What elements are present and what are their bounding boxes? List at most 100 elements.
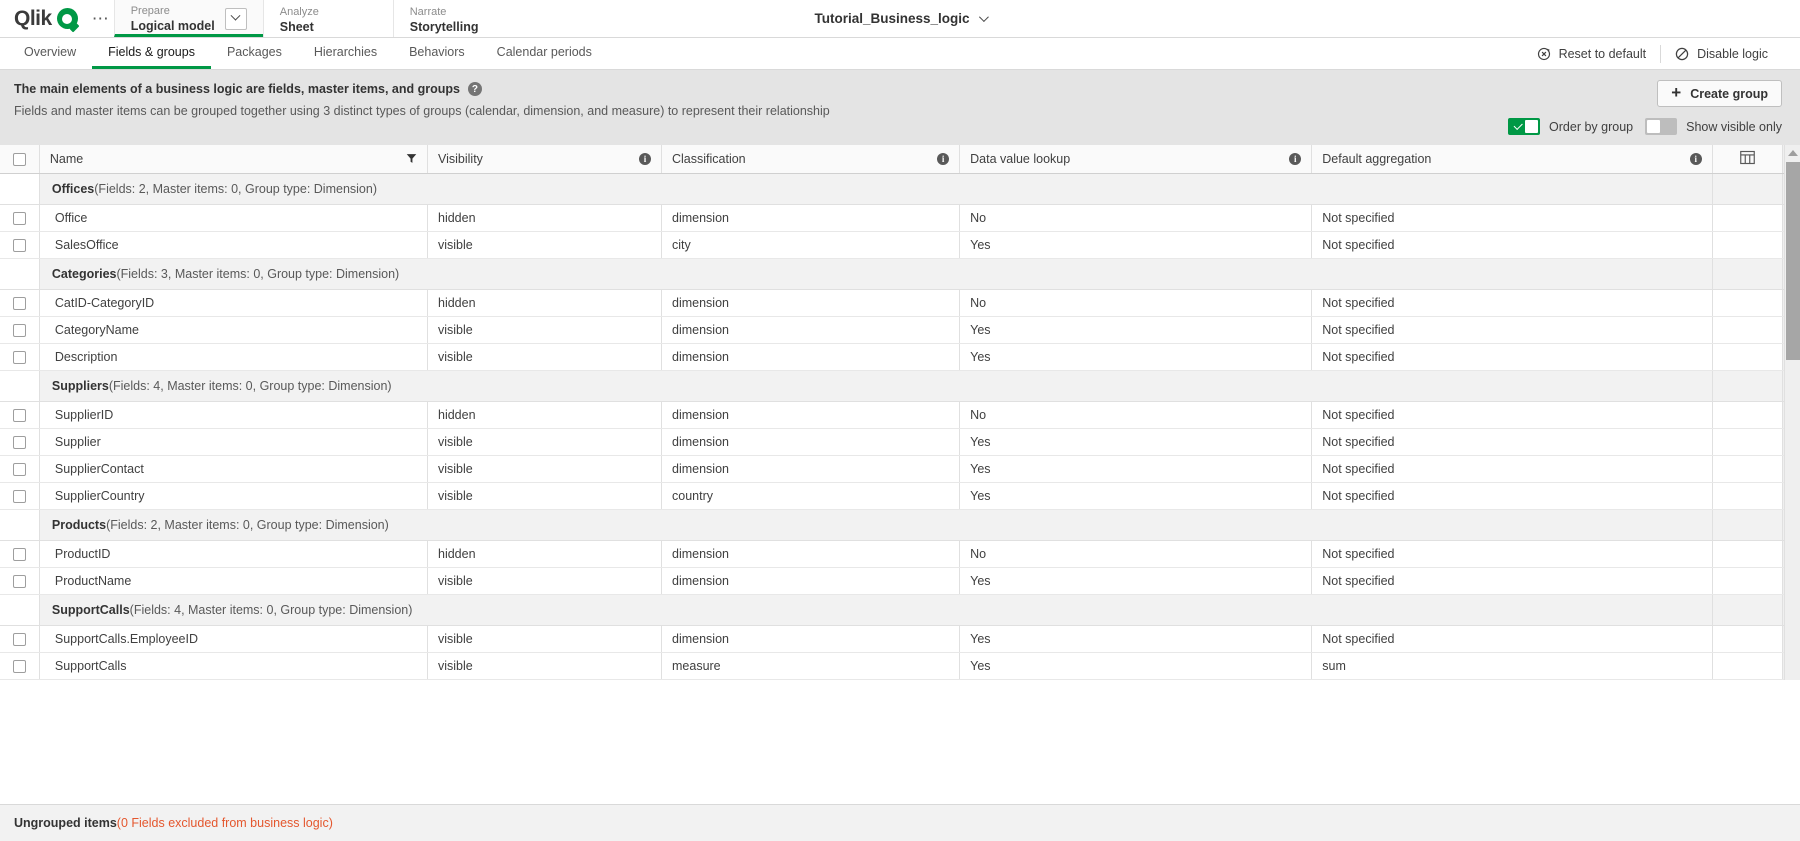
cell-data-value-lookup[interactable]: No — [960, 540, 1312, 567]
cell-default-aggregation[interactable]: Not specified — [1312, 316, 1713, 343]
row-checkbox[interactable] — [13, 351, 26, 364]
tab-hierarchies[interactable]: Hierarchies — [298, 38, 393, 69]
row-select-cell[interactable] — [0, 289, 39, 316]
cell-default-aggregation[interactable]: Not specified — [1312, 343, 1713, 370]
table-row[interactable]: SuppliervisibledimensionYesNot specified — [0, 428, 1800, 455]
column-chooser-icon[interactable] — [1740, 150, 1755, 165]
tab-fields-groups[interactable]: Fields & groups — [92, 38, 211, 69]
qlik-logo[interactable]: Qlik — [0, 0, 88, 37]
row-checkbox[interactable] — [13, 212, 26, 225]
row-select-cell[interactable] — [0, 316, 39, 343]
table-row[interactable]: ProductNamevisibledimensionYesNot specif… — [0, 567, 1800, 594]
table-row[interactable]: SupplierContactvisibledimensionYesNot sp… — [0, 455, 1800, 482]
row-select-cell[interactable] — [0, 455, 39, 482]
group-header-cell[interactable]: Suppliers(Fields: 4, Master items: 0, Gr… — [39, 370, 1712, 401]
group-header-cell[interactable]: Offices(Fields: 2, Master items: 0, Grou… — [39, 173, 1712, 204]
cell-visibility[interactable]: visible — [428, 428, 662, 455]
cell-classification[interactable]: dimension — [662, 316, 960, 343]
table-row[interactable]: SalesOfficevisiblecityYesNot specified — [0, 231, 1800, 258]
table-row[interactable]: DescriptionvisibledimensionYesNot specif… — [0, 343, 1800, 370]
cell-visibility[interactable]: visible — [428, 231, 662, 258]
row-checkbox[interactable] — [13, 324, 26, 337]
cell-default-aggregation[interactable]: Not specified — [1312, 401, 1713, 428]
cell-data-value-lookup[interactable]: Yes — [960, 625, 1312, 652]
nav-section-analyze[interactable]: Analyze Sheet — [263, 0, 393, 37]
cell-default-aggregation[interactable]: Not specified — [1312, 455, 1713, 482]
chevron-down-icon[interactable] — [978, 12, 988, 22]
cell-visibility[interactable]: hidden — [428, 540, 662, 567]
filter-funnel-icon[interactable] — [406, 153, 417, 164]
cell-classification[interactable]: dimension — [662, 455, 960, 482]
group-header-row[interactable]: Categories(Fields: 3, Master items: 0, G… — [0, 258, 1800, 289]
cell-classification[interactable]: dimension — [662, 289, 960, 316]
row-checkbox[interactable] — [13, 297, 26, 310]
info-icon[interactable]: i — [639, 153, 651, 165]
row-checkbox[interactable] — [13, 660, 26, 673]
info-icon[interactable]: i — [1690, 153, 1702, 165]
cell-visibility[interactable]: visible — [428, 482, 662, 509]
scrollbar-thumb[interactable] — [1786, 162, 1800, 360]
row-select-cell[interactable] — [0, 482, 39, 509]
row-select-cell[interactable] — [0, 567, 39, 594]
group-header-cell[interactable]: Products(Fields: 2, Master items: 0, Gro… — [39, 509, 1712, 540]
select-all-header[interactable] — [0, 145, 39, 173]
cell-data-value-lookup[interactable]: Yes — [960, 567, 1312, 594]
cell-classification[interactable]: dimension — [662, 204, 960, 231]
cell-classification[interactable]: dimension — [662, 540, 960, 567]
cell-default-aggregation[interactable]: Not specified — [1312, 289, 1713, 316]
column-header-default-aggregation[interactable]: Default aggregation i — [1312, 145, 1713, 173]
cell-data-value-lookup[interactable]: Yes — [960, 455, 1312, 482]
cell-default-aggregation[interactable]: Not specified — [1312, 625, 1713, 652]
cell-data-value-lookup[interactable]: Yes — [960, 343, 1312, 370]
cell-visibility[interactable]: hidden — [428, 204, 662, 231]
create-group-button[interactable]: + Create group — [1657, 80, 1782, 107]
ellipsis-icon[interactable]: ⋯ — [88, 6, 114, 32]
column-header-name[interactable]: Name — [39, 145, 427, 173]
row-select-cell[interactable] — [0, 204, 39, 231]
cell-default-aggregation[interactable]: Not specified — [1312, 204, 1713, 231]
disable-logic-button[interactable]: Disable logic — [1661, 38, 1782, 69]
cell-classification[interactable]: dimension — [662, 428, 960, 455]
tab-packages[interactable]: Packages — [211, 38, 298, 69]
prepare-dropdown-button[interactable] — [225, 8, 247, 30]
column-chooser-header[interactable] — [1712, 145, 1782, 173]
row-select-cell[interactable] — [0, 401, 39, 428]
cell-classification[interactable]: measure — [662, 652, 960, 679]
group-header-row[interactable]: Products(Fields: 2, Master items: 0, Gro… — [0, 509, 1800, 540]
vertical-scrollbar[interactable] — [1784, 145, 1800, 680]
column-header-visibility[interactable]: Visibility i — [428, 145, 662, 173]
table-row[interactable]: OfficehiddendimensionNoNot specified — [0, 204, 1800, 231]
group-header-row[interactable]: Offices(Fields: 2, Master items: 0, Grou… — [0, 173, 1800, 204]
row-checkbox[interactable] — [13, 548, 26, 561]
table-row[interactable]: CategoryNamevisibledimensionYesNot speci… — [0, 316, 1800, 343]
scroll-up-button[interactable] — [1785, 145, 1800, 161]
row-select-cell[interactable] — [0, 343, 39, 370]
cell-visibility[interactable]: visible — [428, 316, 662, 343]
cell-visibility[interactable]: visible — [428, 455, 662, 482]
cell-data-value-lookup[interactable]: Yes — [960, 482, 1312, 509]
cell-data-value-lookup[interactable]: Yes — [960, 316, 1312, 343]
cell-visibility[interactable]: hidden — [428, 289, 662, 316]
table-row[interactable]: SupportCalls.EmployeeIDvisibledimensionY… — [0, 625, 1800, 652]
order-by-group-toggle[interactable] — [1508, 118, 1540, 135]
row-checkbox[interactable] — [13, 463, 26, 476]
info-icon[interactable]: i — [937, 153, 949, 165]
cell-classification[interactable]: dimension — [662, 625, 960, 652]
cell-visibility[interactable]: visible — [428, 343, 662, 370]
group-header-row[interactable]: SupportCalls(Fields: 4, Master items: 0,… — [0, 594, 1800, 625]
row-checkbox[interactable] — [13, 436, 26, 449]
row-select-cell[interactable] — [0, 428, 39, 455]
tab-overview[interactable]: Overview — [8, 38, 92, 69]
cell-default-aggregation[interactable]: Not specified — [1312, 567, 1713, 594]
table-row[interactable]: SupportCallsvisiblemeasureYessum — [0, 652, 1800, 679]
cell-classification[interactable]: dimension — [662, 401, 960, 428]
group-header-cell[interactable]: SupportCalls(Fields: 4, Master items: 0,… — [39, 594, 1712, 625]
table-row[interactable]: SupplierIDhiddendimensionNoNot specified — [0, 401, 1800, 428]
row-select-cell[interactable] — [0, 540, 39, 567]
cell-classification[interactable]: dimension — [662, 567, 960, 594]
cell-default-aggregation[interactable]: Not specified — [1312, 231, 1713, 258]
row-select-cell[interactable] — [0, 652, 39, 679]
row-checkbox[interactable] — [13, 490, 26, 503]
cell-default-aggregation[interactable]: Not specified — [1312, 540, 1713, 567]
row-checkbox[interactable] — [13, 633, 26, 646]
